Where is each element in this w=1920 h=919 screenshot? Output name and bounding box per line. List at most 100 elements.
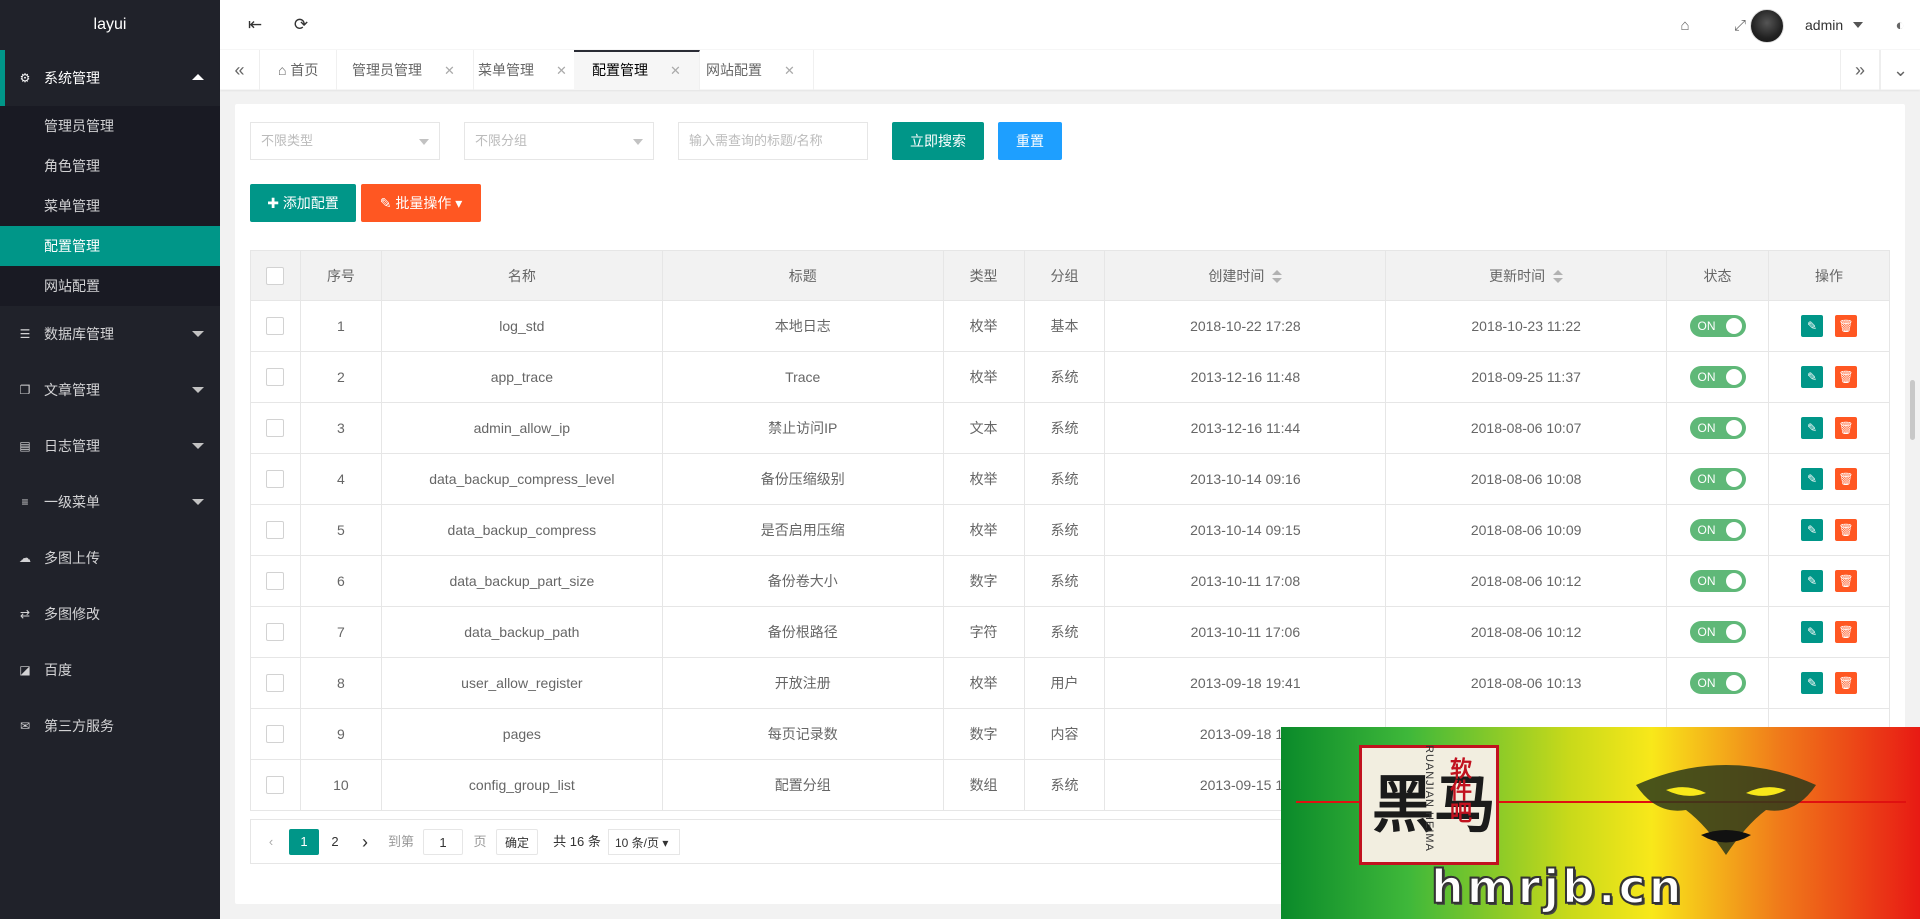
edit-icon[interactable]: ✎: [1800, 366, 1823, 388]
page-1[interactable]: 1: [289, 829, 319, 855]
tab-config[interactable]: 配置管理 ✕: [574, 50, 700, 90]
delete-icon[interactable]: 🗑: [1834, 570, 1857, 592]
sort-icon[interactable]: [1553, 269, 1564, 284]
next-page-icon[interactable]: ›: [355, 829, 375, 855]
sidebar-item-baidu[interactable]: ◪ 百度: [0, 642, 220, 698]
close-icon[interactable]: ✕: [444, 63, 455, 78]
row-checkbox[interactable]: [266, 725, 285, 744]
status-switch[interactable]: ON: [1689, 570, 1746, 592]
row-checkbox[interactable]: [266, 368, 285, 387]
row-checkbox[interactable]: [266, 572, 285, 591]
row-checkbox[interactable]: [266, 317, 285, 336]
row-checkbox-cell[interactable]: [250, 402, 301, 454]
edit-icon[interactable]: ✎: [1800, 468, 1823, 490]
delete-icon[interactable]: 🗑: [1834, 672, 1857, 694]
row-checkbox[interactable]: [266, 674, 285, 693]
sidebar-item-third-party[interactable]: ✉ 第三方服务: [0, 698, 220, 754]
edit-icon[interactable]: ✎: [1800, 570, 1823, 592]
edit-icon[interactable]: ✎: [1800, 519, 1823, 541]
edit-icon[interactable]: ✎: [1800, 621, 1823, 643]
batch-operation-button[interactable]: ✎ 批量操作 ▾: [361, 184, 481, 222]
search-input[interactable]: 输入需查询的标题/名称: [678, 122, 868, 160]
edit-icon[interactable]: ✎: [1800, 315, 1823, 337]
scrollbar[interactable]: [1910, 380, 1915, 440]
status-switch[interactable]: ON: [1689, 468, 1746, 490]
status-switch[interactable]: ON: [1689, 621, 1746, 643]
row-checkbox-cell[interactable]: [250, 504, 301, 556]
reset-button[interactable]: 重置: [998, 122, 1062, 160]
delete-icon[interactable]: 🗑: [1834, 366, 1857, 388]
per-page-select[interactable]: 10 条/页 ▾: [608, 829, 680, 855]
tabs-scroll-right-icon[interactable]: »: [1840, 50, 1880, 90]
edit-icon[interactable]: ✎: [1800, 672, 1823, 694]
sidebar-subitem-config[interactable]: 配置管理: [0, 226, 220, 266]
select-all-checkbox[interactable]: [266, 266, 285, 285]
header-created[interactable]: 创建时间: [1104, 250, 1387, 301]
delete-icon[interactable]: 🗑: [1834, 621, 1857, 643]
row-checkbox[interactable]: [266, 776, 285, 795]
row-checkbox[interactable]: [266, 623, 285, 642]
edit-icon[interactable]: ✎: [1800, 417, 1823, 439]
search-button[interactable]: 立即搜索: [892, 122, 984, 160]
prev-page-icon[interactable]: ‹: [261, 829, 281, 855]
sidebar-item-level1-menu[interactable]: ≡ 一级菜单: [0, 474, 220, 530]
close-icon[interactable]: ✕: [556, 63, 567, 78]
refresh-icon[interactable]: ⟳: [278, 0, 324, 50]
row-checkbox-cell[interactable]: [250, 708, 301, 760]
sidebar-item-log[interactable]: ▤ 日志管理: [0, 418, 220, 474]
tag-icon[interactable]: ⌂: [1665, 0, 1705, 50]
row-checkbox-cell[interactable]: [250, 555, 301, 607]
close-icon[interactable]: ✕: [784, 63, 795, 78]
tab-site[interactable]: 网站配置 ✕: [688, 50, 814, 90]
user-menu[interactable]: admin: [1805, 0, 1843, 50]
group-select[interactable]: 不限分组: [464, 122, 654, 160]
button-label: 添加配置: [282, 195, 339, 211]
row-checkbox-cell[interactable]: [250, 300, 301, 352]
tabs-scroll-left-icon[interactable]: «: [220, 50, 260, 90]
row-checkbox-cell[interactable]: [250, 453, 301, 505]
row-checkbox-cell[interactable]: [250, 606, 301, 658]
header-checkbox-cell[interactable]: [250, 250, 301, 301]
sidebar-item-article[interactable]: ❐ 文章管理: [0, 362, 220, 418]
theme-icon[interactable]: ◐: [1880, 0, 1920, 50]
status-switch[interactable]: ON: [1689, 315, 1746, 337]
row-checkbox-cell[interactable]: [250, 351, 301, 403]
status-switch[interactable]: ON: [1689, 672, 1746, 694]
ad-banner[interactable]: 黑马 RUANJIAN HEIMA 软件吧 hmrjb.cn: [1281, 727, 1920, 919]
status-switch[interactable]: ON: [1689, 417, 1746, 439]
tab-home[interactable]: ⌂ 首页: [260, 50, 338, 90]
delete-icon[interactable]: 🗑: [1834, 417, 1857, 439]
sidebar-subitem-site[interactable]: 网站配置: [0, 266, 220, 306]
sidebar-subitem-menu[interactable]: 菜单管理: [0, 186, 220, 226]
tabs-menu-chevron-down-icon[interactable]: ⌄: [1880, 50, 1920, 90]
page-2[interactable]: 2: [323, 829, 347, 855]
sidebar-item-multi-upload[interactable]: ☁ 多图上传: [0, 530, 220, 586]
sort-icon[interactable]: [1272, 269, 1283, 284]
type-select[interactable]: 不限类型: [250, 122, 440, 160]
sidebar-subitem-admin[interactable]: 管理员管理: [0, 106, 220, 146]
sidebar-item-multi-edit[interactable]: ⇄ 多图修改: [0, 586, 220, 642]
status-switch[interactable]: ON: [1689, 519, 1746, 541]
close-icon[interactable]: ✕: [670, 63, 681, 78]
row-checkbox[interactable]: [266, 521, 285, 540]
row-checkbox-cell[interactable]: [250, 759, 301, 811]
row-checkbox[interactable]: [266, 419, 285, 438]
header-updated[interactable]: 更新时间: [1385, 250, 1668, 301]
sidebar-item-database[interactable]: ☰ 数据库管理: [0, 306, 220, 362]
delete-icon[interactable]: 🗑: [1834, 519, 1857, 541]
tab-admin[interactable]: 管理员管理 ✕: [334, 50, 474, 90]
sidebar-subitem-role[interactable]: 角色管理: [0, 146, 220, 186]
tab-menu[interactable]: 菜单管理 ✕: [460, 50, 586, 90]
logo[interactable]: layui: [0, 0, 220, 50]
add-config-button[interactable]: ✚ 添加配置: [250, 184, 356, 222]
row-checkbox[interactable]: [266, 470, 285, 489]
avatar[interactable]: [1750, 9, 1784, 43]
row-checkbox-cell[interactable]: [250, 657, 301, 709]
page-input[interactable]: 1: [423, 829, 463, 855]
delete-icon[interactable]: 🗑: [1834, 315, 1857, 337]
delete-icon[interactable]: 🗑: [1834, 468, 1857, 490]
goto-confirm-button[interactable]: 确定: [496, 829, 539, 855]
status-switch[interactable]: ON: [1689, 366, 1746, 388]
sidebar-toggle-icon[interactable]: ⇤: [232, 0, 278, 50]
sidebar-item-system[interactable]: ⚙ 系统管理: [0, 50, 220, 106]
